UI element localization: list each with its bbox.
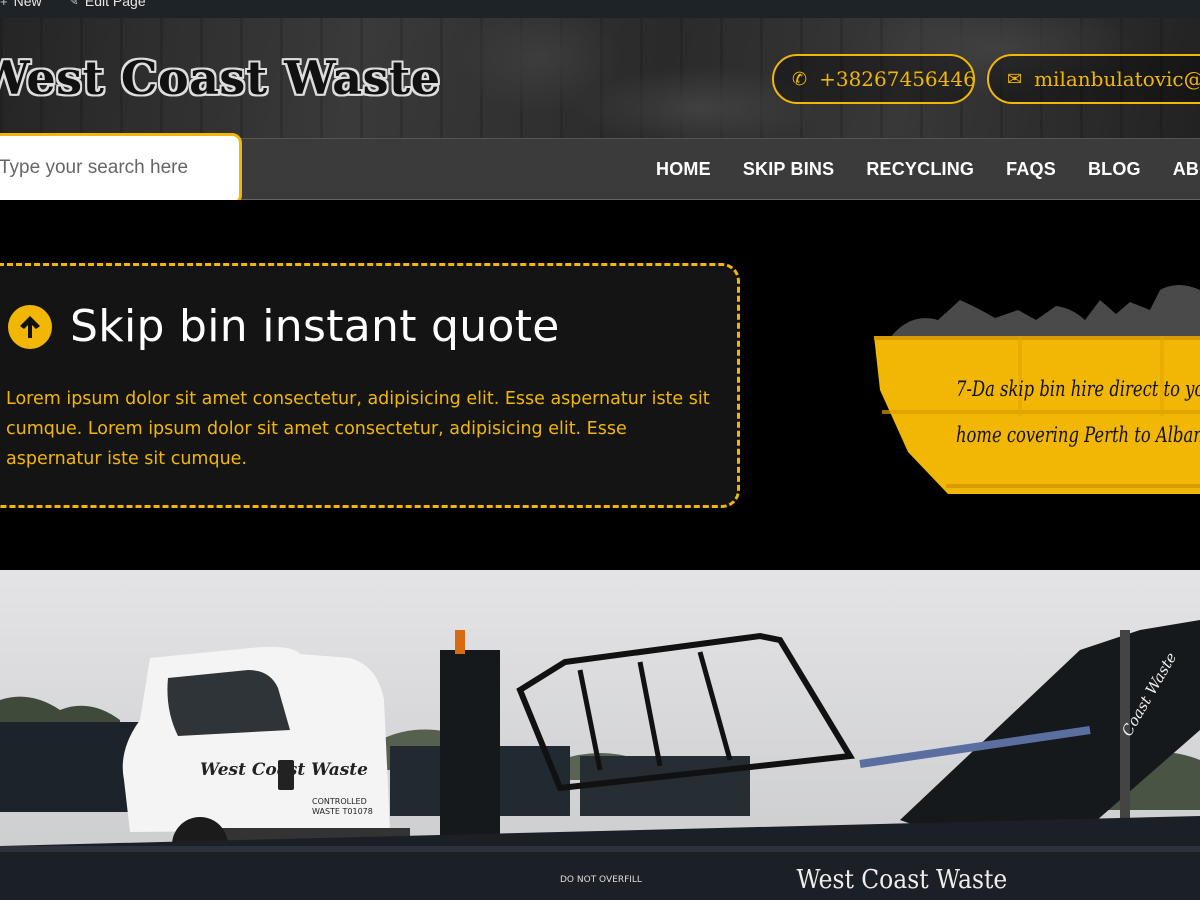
truck-photo-illustration: West Coast Waste CONTROLLED WASTE T01078… xyxy=(0,570,1200,900)
skip-bin-tagline: 7-Da skip bin hire direct to yo home cov… xyxy=(956,366,1200,458)
main-navbar: HOME SKIP BINS RECYCLING FAQS BLOG ABOUT xyxy=(0,133,1200,205)
phone-number: +38267456446 xyxy=(819,67,975,91)
bin-logo-text: West Coast Waste xyxy=(797,864,1008,894)
overfill-warning-text: DO NOT OVERFILL xyxy=(560,875,642,885)
nav-item-faqs[interactable]: FAQS xyxy=(1006,159,1056,180)
quote-title: Skip bin instant quote xyxy=(70,301,560,352)
skip-tagline-line-1: 7-Da skip bin hire direct to yo xyxy=(956,377,1200,401)
quote-description: Lorem ipsum dolor sit amet consectetur, … xyxy=(6,389,710,469)
quote-heading: Skip bin instant quote xyxy=(8,301,560,352)
envelope-icon: ✉ xyxy=(1007,68,1023,90)
admin-new-item[interactable]: + New xyxy=(0,0,42,9)
nav-item-about[interactable]: ABOUT xyxy=(1173,159,1200,180)
door-text-2: WASTE T01078 xyxy=(312,807,373,816)
skip-truck-photo: West Coast Waste CONTROLLED WASTE T01078… xyxy=(0,570,1200,900)
pencil-icon: ✎ xyxy=(68,0,79,8)
skip-bin-illustration: 7-Da skip bin hire direct to yo home cov… xyxy=(860,270,1200,500)
phone-icon: ✆ xyxy=(792,68,808,90)
plus-icon: + xyxy=(0,0,8,9)
instant-quote-box[interactable]: Skip bin instant quote Lorem ipsum dolor… xyxy=(0,263,740,508)
skip-tagline-line-2: home covering Perth to Albany xyxy=(956,423,1200,447)
hero-section: Skip bin instant quote Lorem ipsum dolor… xyxy=(0,200,1200,570)
email-address: milanbulatovic@g xyxy=(1034,67,1200,91)
cab-logo-text: West Coast Waste xyxy=(200,760,368,780)
search-input[interactable] xyxy=(0,148,229,188)
nav-item-blog[interactable]: BLOG xyxy=(1088,159,1141,180)
door-text-1: CONTROLLED xyxy=(312,797,367,806)
nav-item-recycling[interactable]: RECYCLING xyxy=(866,159,974,180)
admin-edit-label: Edit Page xyxy=(84,0,146,9)
main-menu: HOME SKIP BINS RECYCLING FAQS BLOG ABOUT xyxy=(640,139,1200,199)
site-title[interactable]: West Coast Waste xyxy=(0,51,440,105)
arrow-up-circle-icon xyxy=(8,304,52,349)
admin-new-label: New xyxy=(13,0,42,9)
email-button[interactable]: ✉ milanbulatovic@g xyxy=(987,54,1200,104)
nav-item-home[interactable]: HOME xyxy=(656,159,711,180)
site-header: West Coast Waste ✆ +38267456446 ✉ milanb… xyxy=(0,18,1200,138)
admin-bar: + New ✎ Edit Page xyxy=(0,0,1200,18)
phone-button[interactable]: ✆ +38267456446 xyxy=(772,54,975,104)
nav-item-skip-bins[interactable]: SKIP BINS xyxy=(743,159,835,180)
admin-edit-page-item[interactable]: ✎ Edit Page xyxy=(68,0,146,9)
search-box xyxy=(0,133,242,205)
